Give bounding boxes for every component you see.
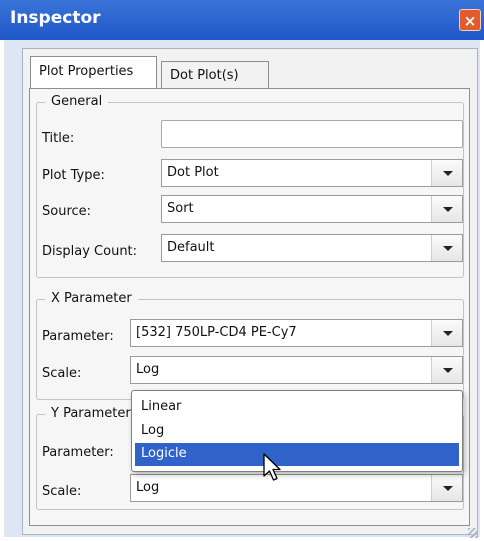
y-scale-value: Log (136, 480, 160, 495)
x-parameter-label: Parameter: (42, 329, 114, 344)
y-scale-select[interactable]: Log (130, 474, 463, 502)
x-parameter-legend: X Parameter (45, 291, 138, 306)
x-scale-select[interactable]: Log (130, 356, 463, 384)
tab-label: Plot Properties (39, 64, 134, 79)
chevron-down-icon[interactable] (431, 320, 462, 346)
plot-type-select[interactable]: Dot Plot (161, 159, 463, 187)
plot-type-label: Plot Type: (42, 168, 105, 183)
close-icon: × (463, 12, 477, 30)
window-title: Inspector (10, 8, 101, 28)
x-parameter-select[interactable]: [532] 750LP-CD4 PE-Cy7 (130, 319, 463, 347)
y-parameter-label: Parameter: (42, 445, 114, 460)
x-parameter-group: X Parameter (36, 291, 464, 400)
x-scale-label: Scale: (42, 366, 82, 381)
mouse-cursor-icon (263, 453, 281, 481)
display-count-value: Default (167, 240, 215, 255)
source-label: Source: (42, 204, 92, 219)
scale-dropdown-list: Linear Log Logicle (131, 390, 463, 472)
option-log[interactable]: Log (135, 420, 459, 443)
y-scale-label: Scale: (42, 484, 82, 499)
close-button[interactable]: × (459, 9, 481, 31)
x-parameter-value: [532] 750LP-CD4 PE-Cy7 (136, 325, 297, 340)
display-count-select[interactable]: Default (161, 234, 463, 262)
title-input[interactable] (161, 120, 463, 148)
chevron-down-icon[interactable] (431, 235, 462, 261)
resize-grip-icon[interactable] (468, 528, 478, 538)
title-label: Title: (42, 131, 75, 146)
chevron-down-icon[interactable] (431, 160, 462, 186)
source-select[interactable]: Sort (161, 195, 463, 223)
display-count-label: Display Count: (42, 244, 138, 259)
option-linear[interactable]: Linear (135, 396, 459, 419)
y-parameter-legend: Y Parameter (45, 406, 137, 421)
tab-dot-plots[interactable]: Dot Plot(s) (161, 61, 269, 90)
tab-plot-properties[interactable]: Plot Properties (30, 56, 157, 91)
x-scale-value: Log (136, 362, 160, 377)
title-bar[interactable]: Inspector × (0, 0, 484, 40)
tab-label: Dot Plot(s) (170, 68, 239, 83)
chevron-down-icon[interactable] (431, 357, 462, 383)
plot-type-value: Dot Plot (167, 165, 219, 180)
chevron-down-icon[interactable] (431, 475, 462, 501)
general-legend: General (45, 94, 109, 109)
chevron-down-icon[interactable] (431, 196, 462, 222)
inspector-window: Inspector × Plot Properties Dot Plot(s) … (0, 0, 484, 541)
source-value: Sort (167, 201, 194, 216)
option-logicle[interactable]: Logicle (135, 443, 459, 466)
